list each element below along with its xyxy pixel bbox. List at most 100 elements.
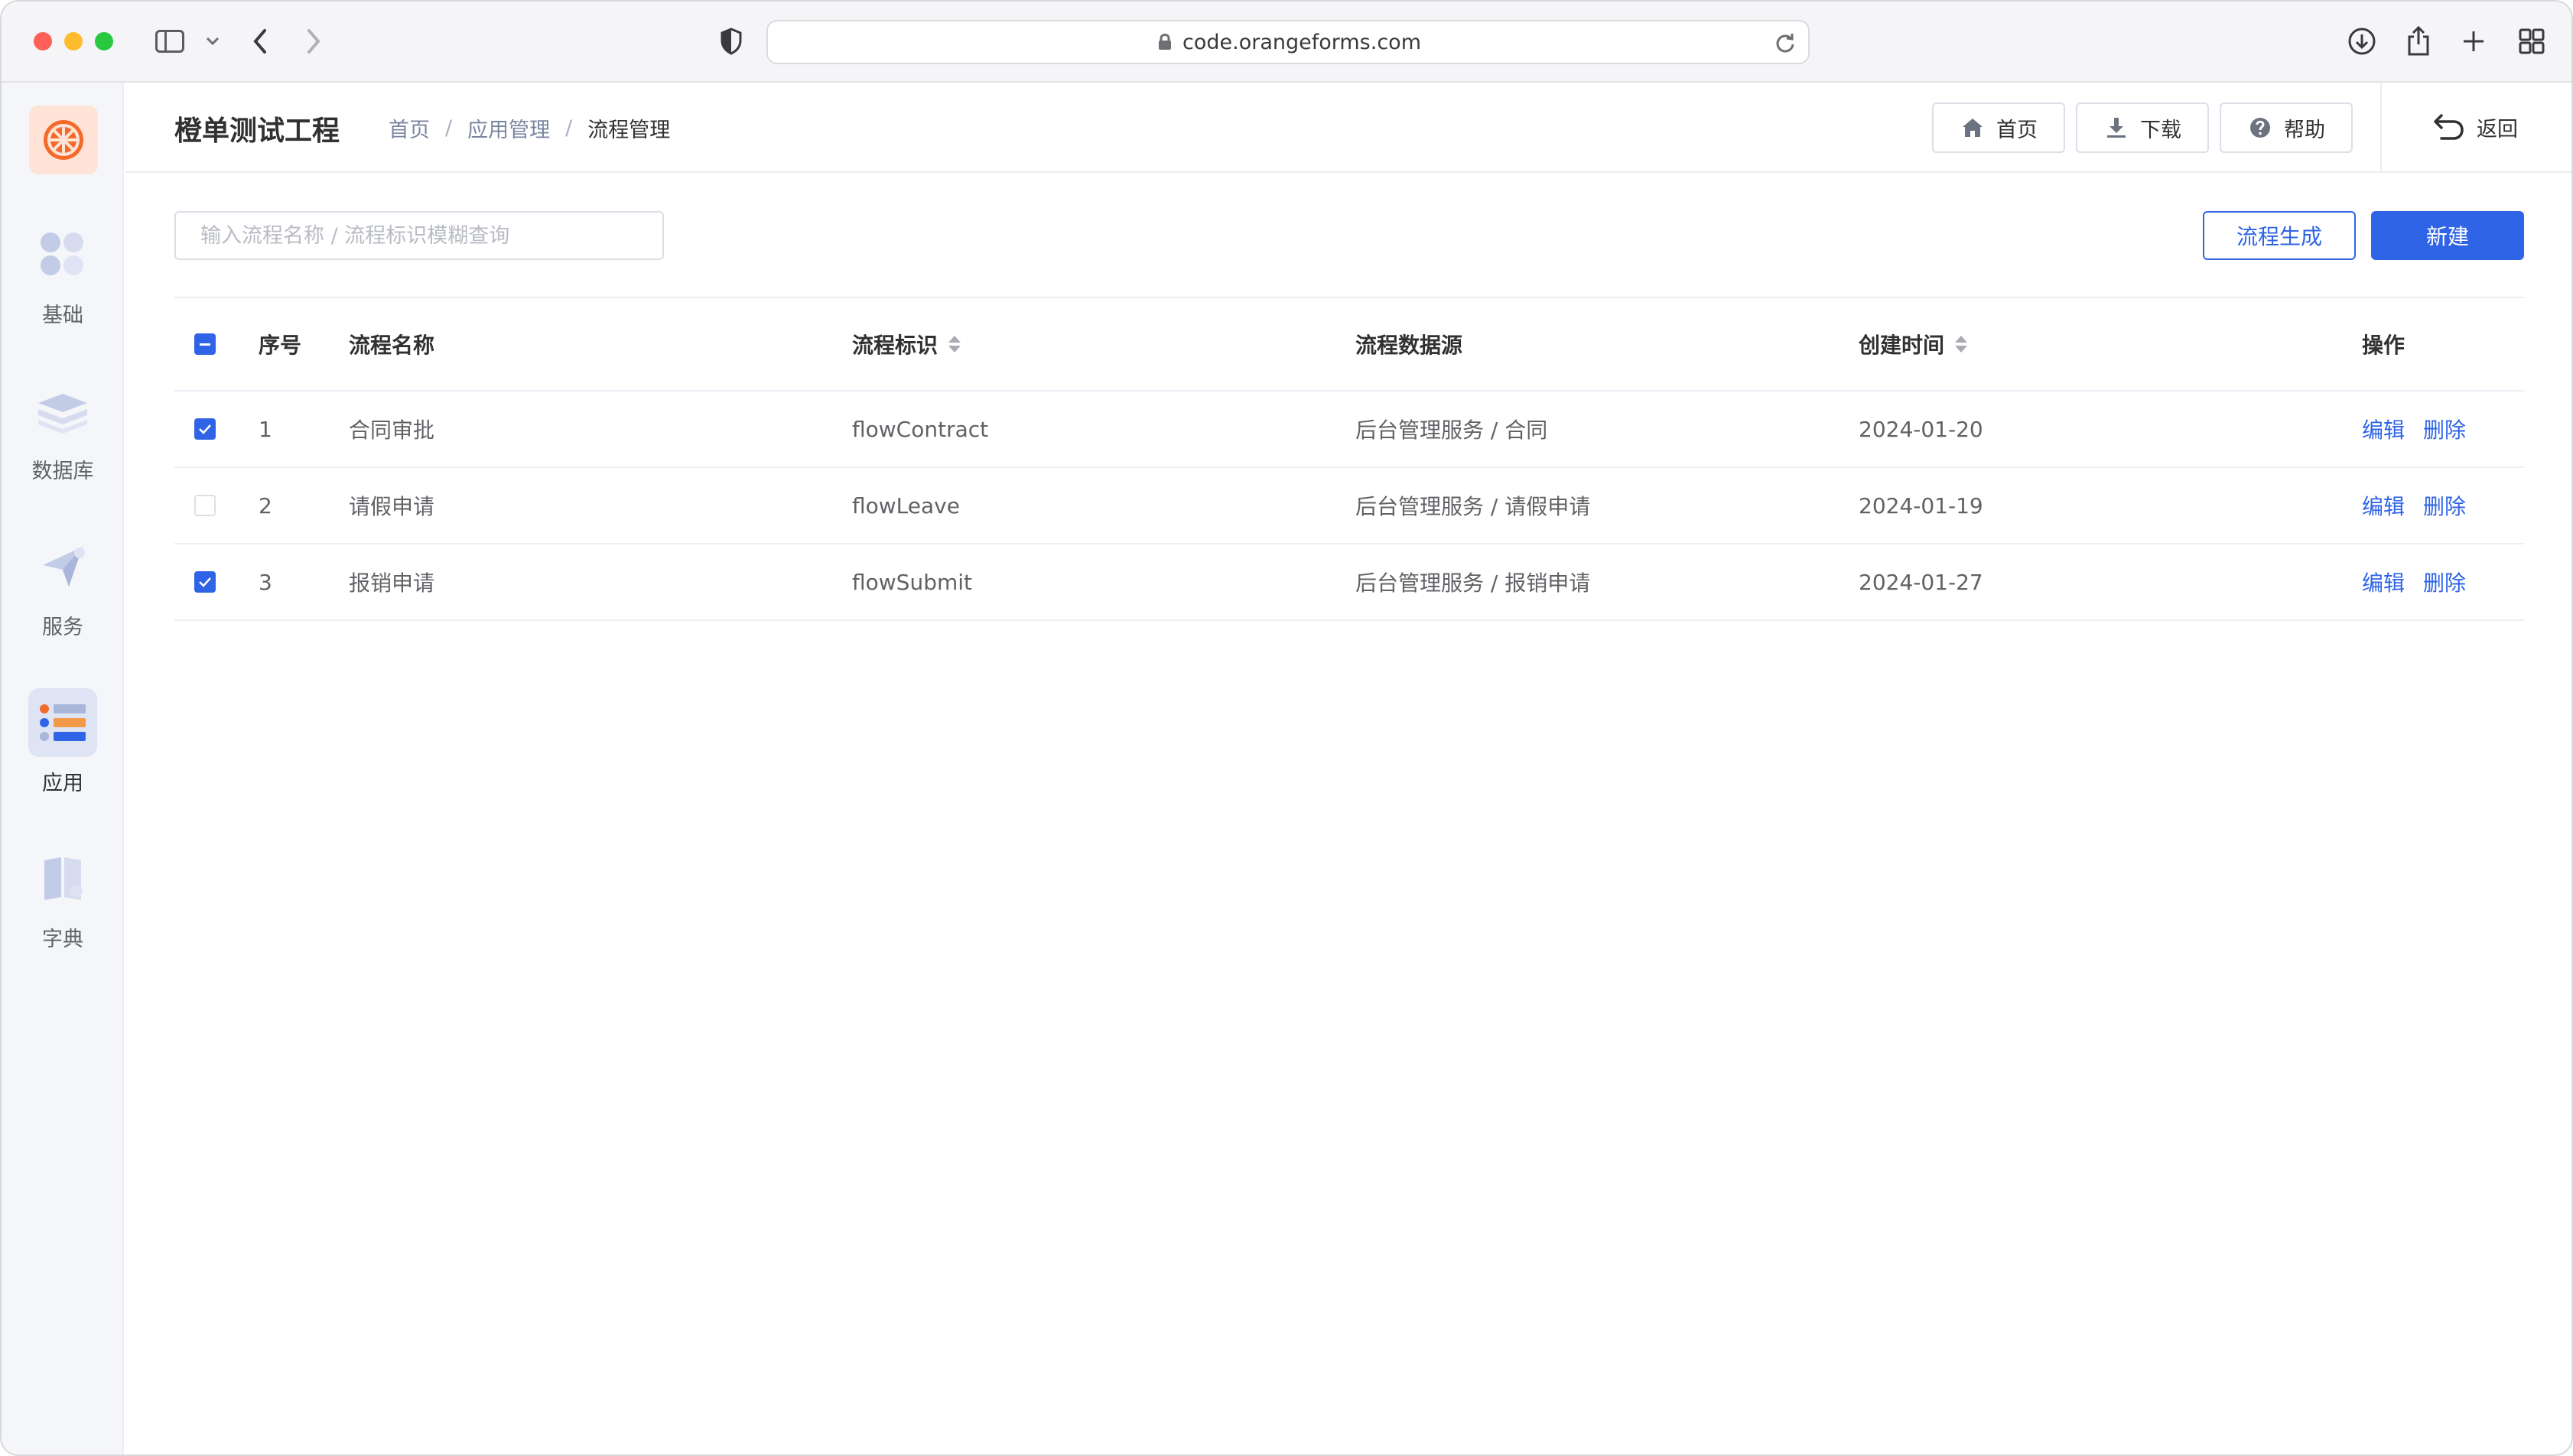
row-key: flowContract	[852, 416, 989, 442]
sort-caret-icon[interactable]	[948, 336, 961, 353]
table-row: 2 请假申请 flowLeave 后台管理服务 / 请假申请 2024-01-1…	[174, 468, 2524, 544]
sidebar-item-label: 基础	[42, 304, 83, 327]
row-source: 后台管理服务 / 报销申请	[1355, 570, 1591, 596]
row-index: 3	[259, 569, 272, 595]
breadcrumb-app-management[interactable]: 应用管理	[467, 113, 550, 143]
row-key: flowLeave	[852, 492, 960, 518]
search-input[interactable]	[174, 211, 664, 260]
browser-toolbar: code.orangeforms.com	[2, 2, 2571, 83]
header-checkbox-cell	[194, 298, 216, 390]
row-created: 2024-01-19	[1859, 492, 1983, 518]
row-source: 后台管理服务 / 合同	[1355, 418, 1548, 443]
back-button[interactable]: 返回	[2431, 112, 2518, 142]
back-button-label: 返回	[2477, 117, 2518, 141]
download-button[interactable]: 下载	[2076, 102, 2209, 153]
return-arrow-icon	[2431, 112, 2466, 142]
sidebar-item-label: 数据库	[31, 460, 94, 483]
home-button[interactable]: 首页	[1932, 102, 2065, 153]
table-row: 3 报销申请 flowSubmit 后台管理服务 / 报销申请 2024-01-…	[174, 544, 2524, 621]
row-checkbox-cell	[194, 544, 216, 619]
orange-logo-icon[interactable]	[29, 106, 98, 174]
table-row: 1 合同审批 flowContract 后台管理服务 / 合同 2024-01-…	[174, 392, 2524, 468]
column-header-ops: 操作	[2362, 333, 2405, 358]
sidebar-item-label: 应用	[42, 772, 83, 795]
new-tab-plus-icon[interactable]	[2455, 23, 2492, 60]
delete-link[interactable]: 删除	[2423, 490, 2466, 521]
edit-link[interactable]: 编辑	[2362, 490, 2405, 521]
table-header: 序号 流程名称 流程标识 流程数据源 创建时间 操作	[174, 297, 2524, 392]
sidebar-item-app[interactable]: 应用	[2, 688, 124, 818]
sidebar-item-basic[interactable]: 基础	[2, 220, 124, 350]
row-name: 合同审批	[349, 418, 435, 443]
app-sidebar: 基础 数据库 服务 应用 字典	[2, 83, 124, 1454]
sidebar-item-service[interactable]: 服务	[2, 532, 124, 662]
browser-window: code.orangeforms.com 基础 数据库 服务 应用 字典 橙单测…	[0, 0, 2573, 1456]
new-button[interactable]: 新建	[2371, 211, 2524, 260]
sidebar-item-label: 服务	[42, 616, 83, 639]
row-ops: 编辑 删除	[2362, 392, 2484, 466]
row-index: 2	[259, 492, 272, 518]
download-button-label: 下载	[2140, 118, 2181, 142]
breadcrumb-home[interactable]: 首页	[389, 113, 430, 143]
grid-icon	[28, 220, 97, 289]
generate-flow-button[interactable]: 流程生成	[2203, 211, 2356, 260]
home-button-label: 首页	[1996, 118, 2038, 142]
layers-icon	[28, 376, 97, 445]
select-all-checkbox[interactable]	[194, 333, 216, 355]
lock-icon	[1155, 32, 1175, 52]
sidebar-item-dictionary[interactable]: 字典	[2, 844, 124, 974]
row-source: 后台管理服务 / 请假申请	[1355, 494, 1591, 519]
row-checkbox-cell	[194, 392, 216, 466]
edit-link[interactable]: 编辑	[2362, 414, 2405, 444]
row-checkbox-cell	[194, 468, 216, 543]
book-icon	[28, 844, 97, 913]
column-header-created[interactable]: 创建时间	[1859, 298, 1968, 390]
help-circle-icon	[2247, 115, 2273, 141]
privacy-shield-icon[interactable]	[713, 23, 750, 60]
delete-link[interactable]: 删除	[2423, 567, 2466, 597]
column-header-source: 流程数据源	[1355, 333, 1463, 358]
tab-overview-icon[interactable]	[2513, 23, 2550, 60]
column-header-name: 流程名称	[349, 333, 435, 358]
sidebar-item-label: 字典	[42, 928, 83, 951]
header-divider	[2380, 83, 2382, 171]
sidebar-toggle-icon[interactable]	[151, 23, 188, 60]
downloads-icon[interactable]	[2344, 23, 2380, 60]
address-bar[interactable]: code.orangeforms.com	[766, 20, 1810, 64]
column-header-key-label: 流程标识	[852, 333, 938, 358]
breadcrumb: 首页 / 应用管理 / 流程管理	[389, 113, 670, 143]
column-header-index: 序号	[259, 333, 302, 358]
edit-link[interactable]: 编辑	[2362, 567, 2405, 597]
app-list-icon	[28, 688, 97, 757]
row-ops: 编辑 删除	[2362, 468, 2484, 543]
forward-arrow-icon[interactable]	[295, 23, 332, 60]
minimize-window-button[interactable]	[64, 32, 83, 50]
share-icon[interactable]	[2400, 23, 2437, 60]
row-checkbox[interactable]	[194, 495, 216, 516]
sort-caret-icon[interactable]	[1955, 336, 1968, 353]
breadcrumb-current: 流程管理	[587, 119, 671, 142]
reload-icon[interactable]	[1773, 31, 1797, 55]
row-created: 2024-01-20	[1859, 416, 1983, 442]
row-checkbox[interactable]	[194, 571, 216, 593]
help-button-label: 帮助	[2284, 118, 2325, 142]
row-key: flowSubmit	[852, 569, 972, 595]
column-header-key[interactable]: 流程标识	[852, 298, 961, 390]
help-button[interactable]: 帮助	[2220, 102, 2353, 153]
sidebar-item-database[interactable]: 数据库	[2, 376, 124, 506]
breadcrumb-separator: /	[445, 116, 453, 140]
row-index: 1	[259, 416, 272, 442]
row-ops: 编辑 删除	[2362, 544, 2484, 619]
breadcrumb-separator: /	[565, 116, 573, 140]
url-text: code.orangeforms.com	[1182, 30, 1421, 54]
close-window-button[interactable]	[34, 32, 52, 50]
home-icon	[1960, 115, 1986, 141]
zoom-window-button[interactable]	[95, 32, 113, 50]
row-created: 2024-01-27	[1859, 569, 1983, 595]
chevron-down-icon[interactable]	[194, 23, 231, 60]
delete-link[interactable]: 删除	[2423, 414, 2466, 444]
back-arrow-icon[interactable]	[242, 23, 278, 60]
row-checkbox[interactable]	[194, 418, 216, 440]
download-icon	[2103, 115, 2129, 141]
flow-table: 序号 流程名称 流程标识 流程数据源 创建时间 操作 1 合同审批 flowCo…	[174, 297, 2524, 621]
